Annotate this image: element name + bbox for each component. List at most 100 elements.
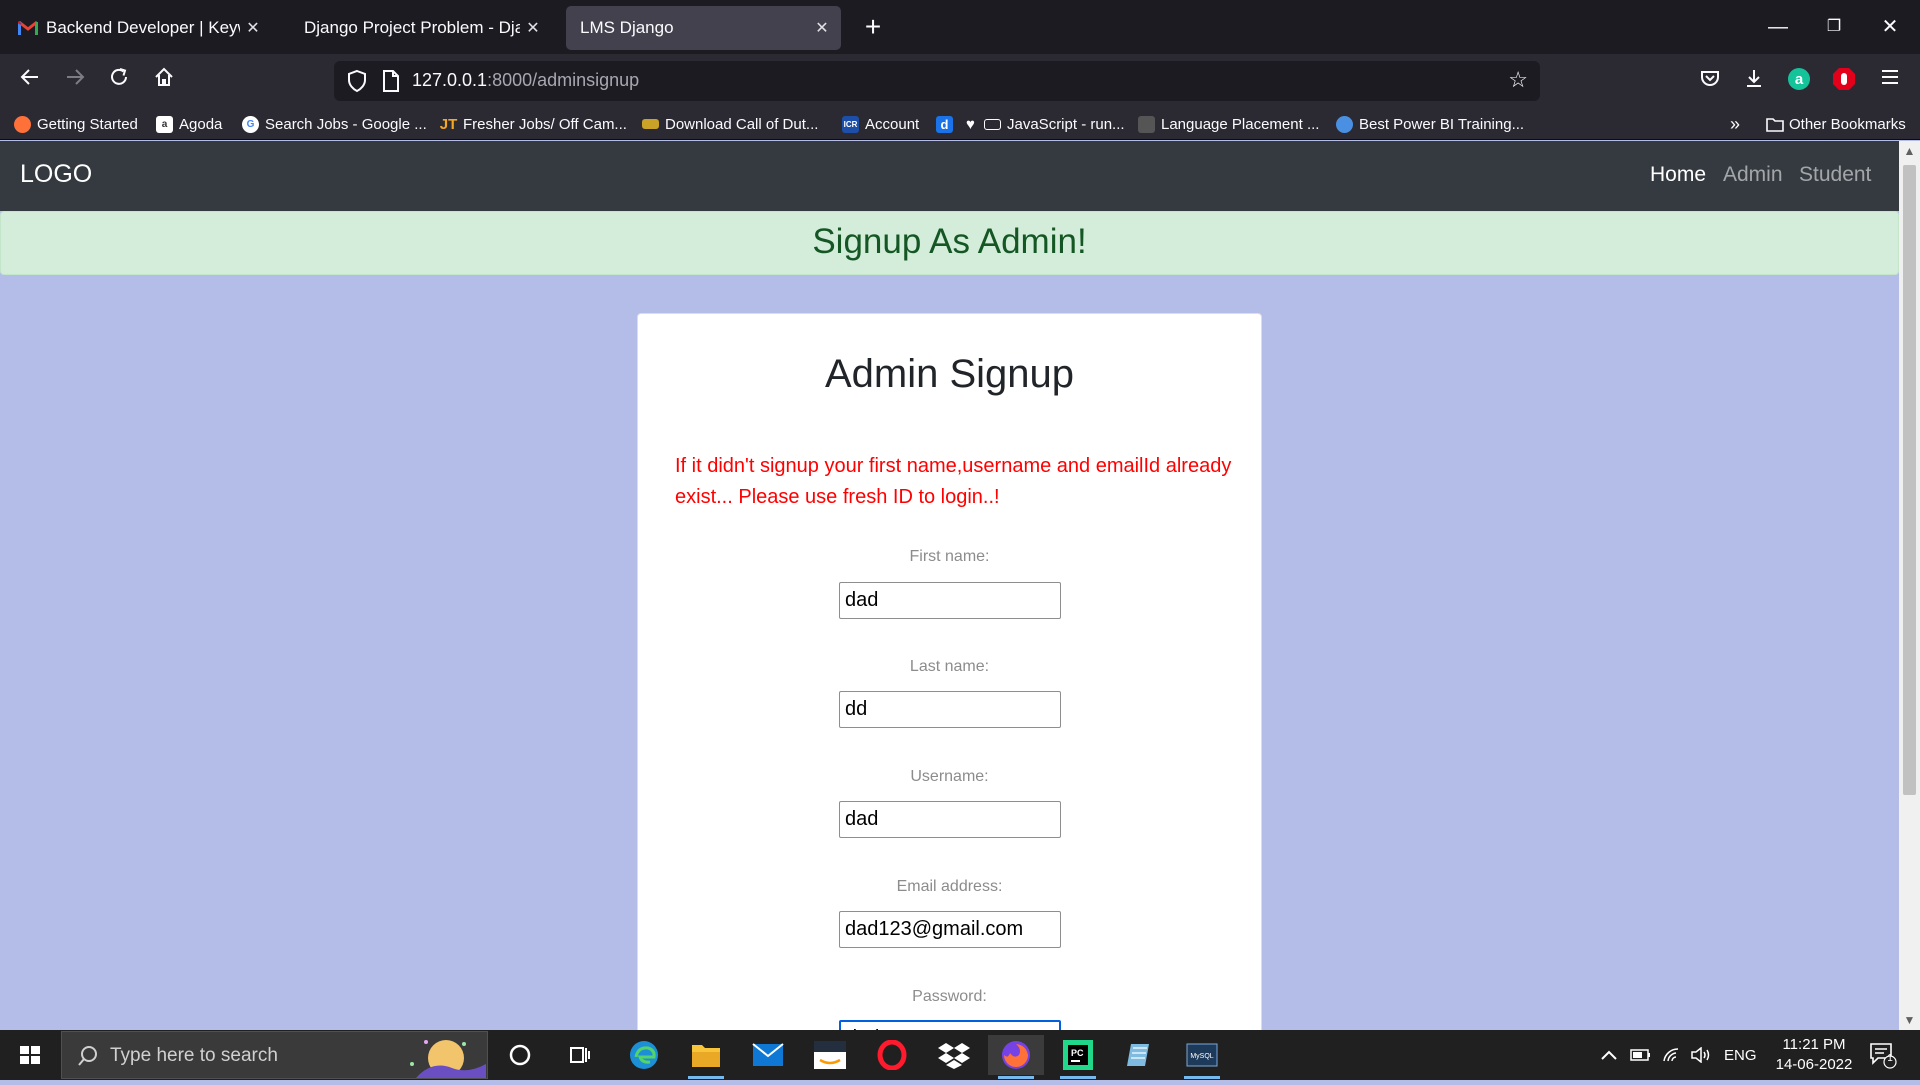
new-tab-button[interactable]: + (856, 10, 890, 44)
username-input[interactable] (839, 801, 1061, 838)
bookmark-label: Getting Started (37, 115, 138, 133)
bookmark-fresher-jobs[interactable]: JT Fresher Jobs/ Off Cam... (440, 113, 627, 135)
bookmark-label: Account (865, 115, 920, 133)
nav-link-home[interactable]: Home (1650, 163, 1706, 187)
more-bookmarks-chevron-icon[interactable]: » (1730, 113, 1740, 135)
notification-center-button[interactable]: 1 (1868, 1030, 1898, 1080)
notes-icon[interactable] (1112, 1035, 1168, 1075)
close-icon[interactable]: ✕ (524, 18, 542, 38)
shield-icon[interactable] (344, 68, 370, 94)
bookmark-label: Fresher Jobs/ Off Cam... (463, 115, 627, 133)
laptop-icon (984, 118, 1001, 130)
form-title: Admin Signup (824, 352, 1075, 396)
tab-title: Django Project Problem - Django_P (304, 18, 520, 37)
svg-text:MySQL: MySQL (1190, 1053, 1213, 1060)
grammarly-extension-icon[interactable]: a (1785, 67, 1813, 95)
task-view-icon[interactable] (552, 1035, 608, 1075)
cortana-icon[interactable] (492, 1035, 548, 1075)
other-bookmarks[interactable]: Other Bookmarks (1766, 113, 1906, 135)
clock-time: 11:21 PM (1782, 1036, 1846, 1053)
tab-backend-developer[interactable]: Backend Developer | Keywordio ✕ (4, 6, 272, 50)
menu-icon[interactable] (1876, 67, 1904, 95)
bookmark-label: Search Jobs - Google ... (265, 115, 427, 133)
bookmark-search-jobs[interactable]: G Search Jobs - Google ... (242, 113, 427, 135)
url-path: :8000/adminsignup (487, 70, 640, 90)
minimize-button[interactable]: — (1750, 6, 1806, 48)
amazon-icon[interactable] (802, 1035, 858, 1075)
search-placeholder: Type here to search (110, 1045, 278, 1066)
jt-icon: JT (439, 115, 458, 133)
restore-button[interactable]: ❐ (1806, 6, 1862, 48)
clock-date: 14-06-2022 (1775, 1056, 1853, 1073)
bookmark-power-bi[interactable]: Best Power BI Training... (1336, 113, 1524, 135)
email-input[interactable] (839, 911, 1061, 948)
windows-logo-icon (20, 1046, 40, 1064)
nav-link-student[interactable]: Student (1799, 163, 1871, 187)
mail-icon[interactable] (740, 1035, 796, 1075)
bookmark-heart[interactable]: ♥ (962, 113, 979, 135)
bookmark-language-placement[interactable]: Language Placement ... (1138, 113, 1319, 135)
pycharm-icon[interactable]: PC (1050, 1035, 1106, 1079)
volume-icon[interactable] (1690, 1030, 1712, 1080)
folder-icon (1766, 117, 1784, 132)
password-input[interactable] (839, 1020, 1061, 1030)
signup-warning: If it didn't signup your first name,user… (675, 455, 1232, 508)
bookmark-account[interactable]: ICR Account (842, 113, 919, 135)
bookmark-d[interactable]: d (936, 113, 953, 135)
edge-icon[interactable] (616, 1035, 672, 1075)
show-hidden-icons-chevron-icon[interactable] (1600, 1030, 1618, 1080)
opera-icon[interactable] (864, 1035, 920, 1075)
bookmark-label: Download Call of Dut... (665, 115, 819, 133)
bookmark-star-icon[interactable]: ☆ (1508, 67, 1528, 93)
username-label: Username: (910, 768, 989, 785)
reload-button[interactable] (101, 63, 137, 99)
last-name-label: Last name: (909, 658, 990, 675)
last-name-input[interactable] (839, 691, 1061, 728)
home-icon (155, 67, 173, 86)
back-button[interactable] (12, 63, 48, 99)
site-logo[interactable]: LOGO (20, 160, 92, 189)
battery-icon[interactable] (1630, 1030, 1652, 1080)
bookmark-agoda[interactable]: a Agoda (156, 113, 222, 135)
close-window-button[interactable]: ✕ (1862, 6, 1918, 48)
nav-link-admin[interactable]: Admin (1723, 163, 1783, 187)
scroll-up-icon[interactable]: ▲ (1899, 141, 1920, 161)
wifi-icon[interactable] (1662, 1030, 1682, 1080)
forward-button[interactable] (57, 63, 93, 99)
file-explorer-icon[interactable] (678, 1035, 734, 1079)
tab-strip: Backend Developer | Keywordio ✕ Django P… (0, 0, 1920, 54)
taskbar-clock[interactable]: 11:21 PM 14-06-2022 (1764, 1035, 1864, 1075)
scroll-down-icon[interactable]: ▼ (1899, 1010, 1920, 1030)
scroll-thumb[interactable] (1903, 165, 1916, 795)
game-icon (642, 119, 659, 129)
arrow-left-icon (20, 69, 38, 85)
pocket-icon[interactable] (1696, 67, 1724, 95)
page-viewport: LOGO Home Admin Student Signup As Admin!… (0, 141, 1899, 1030)
bookmark-getting-started[interactable]: Getting Started (14, 113, 138, 135)
adblock-extension-icon[interactable] (1830, 67, 1858, 95)
bookmark-download-cod[interactable]: Download Call of Dut... (642, 113, 818, 135)
taskbar-search-box[interactable]: Type here to search (61, 1031, 488, 1079)
bookmark-label: Best Power BI Training... (1359, 115, 1525, 133)
close-icon[interactable]: ✕ (244, 18, 262, 38)
close-icon[interactable]: ✕ (813, 18, 831, 38)
tab-title: LMS Django (580, 18, 674, 37)
address-bar[interactable]: 127.0.0.1:8000/adminsignup ☆ (334, 61, 1540, 101)
start-button[interactable] (0, 1030, 60, 1080)
url-text[interactable]: 127.0.0.1:8000/adminsignup (412, 70, 639, 91)
banner-title: Signup As Admin! (812, 222, 1087, 261)
mysql-icon[interactable]: MySQL (1174, 1035, 1230, 1079)
heart-icon: ♥ (966, 115, 975, 133)
windows-taskbar: Type here to search PC MySQL ENG 11:21 P… (0, 1030, 1920, 1080)
first-name-input[interactable] (839, 582, 1061, 619)
tab-lms-django[interactable]: LMS Django ✕ (566, 6, 841, 50)
page-scrollbar[interactable]: ▲ ▼ (1899, 141, 1920, 1030)
dropbox-icon[interactable] (926, 1035, 982, 1075)
firefox-icon[interactable] (988, 1035, 1044, 1079)
url-host: 127.0.0.1 (412, 70, 488, 90)
downloads-icon[interactable] (1740, 67, 1768, 95)
bookmark-javascript-run[interactable]: JavaScript - run... (984, 113, 1125, 135)
home-button[interactable] (146, 63, 182, 99)
language-indicator[interactable]: ENG (1724, 1030, 1757, 1080)
tab-django-project-problem[interactable]: Django Project Problem - Django_P ✕ (280, 6, 552, 50)
